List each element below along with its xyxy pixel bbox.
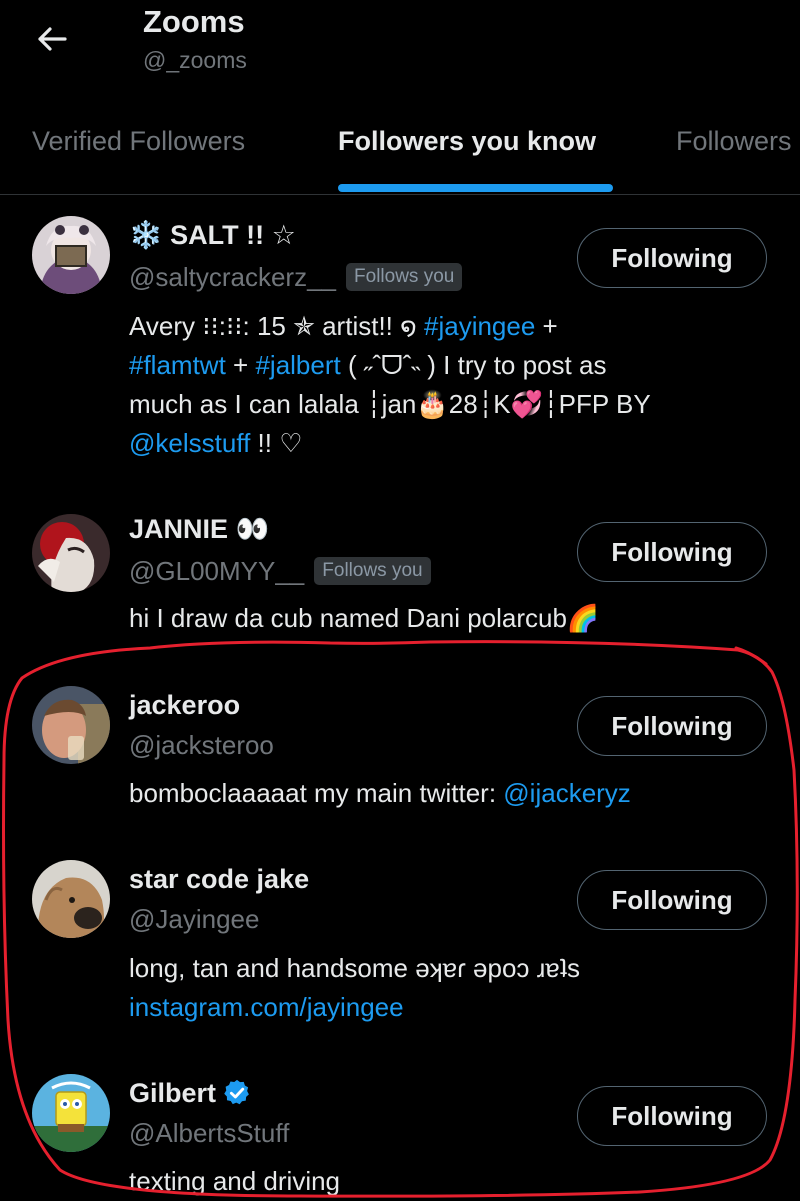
bio-text: long, tan and handsome ǝʞɐɾ ǝpoɔ ɹɐʇs — [129, 953, 580, 983]
bio-text: much as I can lalala ┆jan🎂28┆K💞┆PFP BY — [129, 389, 651, 419]
user-row-salt[interactable]: ❄️ SALT !! ☆ @saltycrackerz__ Follows yo… — [0, 196, 800, 486]
user-row-jannie[interactable]: JANNIE 👀 @GL00MYY__ Follows you Followin… — [0, 496, 800, 646]
following-button[interactable]: Following — [577, 696, 767, 756]
avatar[interactable] — [32, 686, 110, 764]
bio-line: #flamtwt + #jalbert ( ˶ˆᗜˆ˵ ) I try to p… — [129, 346, 769, 385]
active-tab-indicator — [338, 184, 613, 192]
user-bio: texting and driving — [129, 1166, 341, 1196]
bio-line: Avery ⁝⁝:⁝⁝: 15 ✯ artist!! ໑ #jayingee + — [129, 307, 769, 346]
user-handle[interactable]: @Jayingee — [129, 902, 259, 936]
mention-link[interactable]: @kelsstuff — [129, 428, 250, 458]
hashtag-link[interactable]: #jayingee — [424, 311, 535, 341]
user-handle[interactable]: @GL00MYY__ — [129, 554, 304, 588]
bio-text: + — [535, 311, 558, 341]
user-handle-line: @GL00MYY__ Follows you — [129, 554, 431, 588]
verified-badge-icon[interactable] — [222, 1078, 252, 1108]
avatar[interactable] — [32, 860, 110, 938]
follows-you-badge: Follows you — [346, 263, 463, 291]
follows-you-badge: Follows you — [314, 557, 431, 585]
back-button[interactable] — [26, 18, 78, 60]
profile-header: Zooms @_zooms — [0, 0, 800, 110]
user-handle[interactable]: @saltycrackerz__ — [129, 260, 336, 294]
avatar[interactable] — [32, 216, 110, 294]
user-bio: Avery ⁝⁝:⁝⁝: 15 ✯ artist!! ໑ #jayingee +… — [129, 307, 769, 463]
arrow-left-icon — [38, 27, 67, 51]
user-display-name-line: Gilbert — [129, 1076, 252, 1110]
bio-text: ( ˶ˆᗜˆ˵ ) I try to post as — [340, 350, 607, 380]
website-link[interactable]: instagram.com/jayingee — [129, 988, 769, 1027]
bio-text: bomboclaaaaat my main twitter: — [129, 778, 504, 808]
bio-text: Avery ⁝⁝:⁝⁝: 15 ✯ artist!! ໑ — [129, 311, 424, 341]
user-bio: bomboclaaaaat my main twitter: @ijackery… — [129, 774, 769, 813]
avatar[interactable] — [32, 514, 110, 592]
page-title: Zooms — [143, 4, 245, 39]
following-button[interactable]: Following — [577, 228, 767, 288]
bio-line: much as I can lalala ┆jan🎂28┆K💞┆PFP BY — [129, 385, 769, 424]
user-row-star-code-jake[interactable]: star code jake @Jayingee Following long,… — [0, 842, 800, 1032]
mention-link[interactable]: @ijackeryz — [503, 778, 631, 808]
following-button[interactable]: Following — [577, 522, 767, 582]
tab-bar: Verified Followers Followers you know Fo… — [0, 110, 800, 195]
following-button[interactable]: Following — [577, 870, 767, 930]
tab-followers[interactable]: Followers — [676, 110, 792, 194]
user-row-gilbert[interactable]: Gilbert @AlbertsStuff Following texting … — [0, 1056, 800, 1200]
tab-followers-you-know[interactable]: Followers you know — [338, 110, 596, 194]
user-display-name[interactable]: star code jake — [129, 862, 309, 896]
user-display-name[interactable]: JANNIE 👀 — [129, 512, 269, 546]
user-row-jackeroo[interactable]: jackeroo @jacksteroo Following bomboclaa… — [0, 668, 800, 818]
bio-line: @kelsstuff !! ♡ — [129, 424, 769, 463]
page-handle: @_zooms — [143, 47, 247, 73]
user-handle[interactable]: @jacksteroo — [129, 728, 274, 762]
bio-text: !! ♡ — [250, 428, 303, 458]
user-bio: hi I draw da cub named Dani polarcub🌈 — [129, 603, 600, 633]
user-bio: long, tan and handsome ǝʞɐɾ ǝpoɔ ɹɐʇs in… — [129, 949, 769, 1027]
avatar[interactable] — [32, 1074, 110, 1152]
hashtag-link[interactable]: #flamtwt — [129, 350, 226, 380]
user-display-name[interactable]: Gilbert — [129, 1076, 216, 1110]
following-button[interactable]: Following — [577, 1086, 767, 1146]
hashtag-link[interactable]: #jalbert — [255, 350, 340, 380]
user-display-name[interactable]: jackeroo — [129, 688, 240, 722]
bio-text: + — [225, 350, 256, 380]
user-handle-line: @saltycrackerz__ Follows you — [129, 260, 463, 294]
user-handle[interactable]: @AlbertsStuff — [129, 1116, 289, 1150]
user-display-name[interactable]: ❄️ SALT !! ☆ — [129, 218, 296, 252]
tab-verified-followers[interactable]: Verified Followers — [32, 110, 245, 194]
